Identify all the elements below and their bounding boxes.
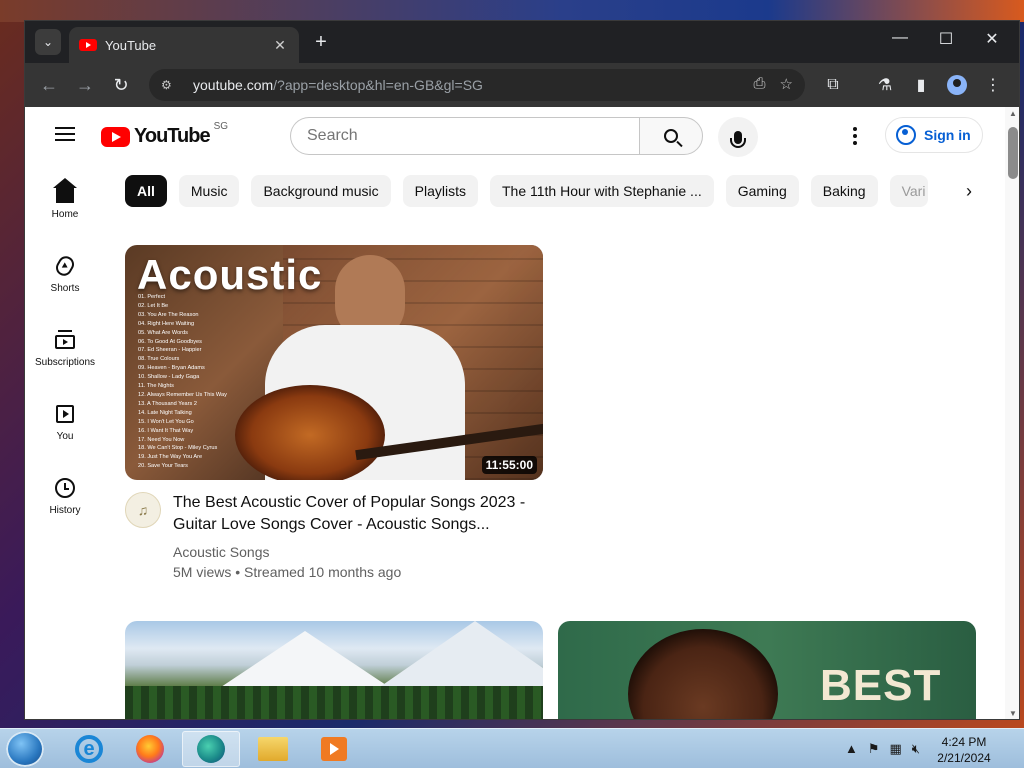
address-bar[interactable]: ⚙ youtube.com/?app=desktop&hl=en-GB&gl=S… (149, 69, 805, 101)
chevron-down-icon: ⌄ (42, 35, 54, 49)
volume-muted-icon[interactable]: 🔇︎ (912, 741, 920, 757)
video-title[interactable]: The Best Acoustic Cover of Popular Songs… (173, 492, 543, 536)
back-arrow-icon[interactable]: ← (37, 73, 61, 97)
maximize-button[interactable]: ☐ (923, 29, 969, 49)
bookmark-star-icon[interactable]: ☆ (780, 75, 793, 93)
folder-icon (258, 737, 288, 761)
youtube-favicon-icon (79, 39, 97, 51)
extensions-icon[interactable]: ⧉ (821, 73, 845, 97)
tab-close-icon[interactable]: ✕ (271, 37, 289, 54)
youtube-page: YouTube SG Search Sign in All Music Back… (25, 107, 1019, 719)
side-panel-icon[interactable]: ▮ (909, 73, 933, 97)
video-duration-badge: 11:55:00 (481, 456, 537, 474)
url-text: youtube.com/?app=desktop&hl=en-GB&gl=SG (193, 77, 483, 93)
start-button[interactable] (6, 731, 44, 767)
country-code: SG (213, 121, 229, 132)
taskbar-internet-explorer[interactable]: e (60, 731, 118, 767)
chip-music[interactable]: Music (178, 175, 240, 207)
video-thumbnail-best[interactable]: BEST (558, 621, 976, 719)
browser-toolbar: ← → ↻ ⚙ youtube.com/?app=desktop&hl=en-G… (25, 63, 1019, 107)
scroll-up-arrow-icon[interactable]: ▲ (1007, 109, 1019, 119)
microphone-icon (730, 130, 746, 148)
settings-kebab-icon[interactable] (853, 127, 857, 148)
history-icon (55, 477, 75, 498)
system-tray: ▲ ⚑ ▦ 🔇︎ (845, 741, 920, 757)
desktop-top-strip (0, 0, 1024, 22)
filter-chips: All Music Background music Playlists The… (125, 175, 928, 207)
thumbnail-tracklist: 01. Perfect 02. Let It Be 03. You Are Th… (138, 294, 227, 470)
close-window-button[interactable]: ✕ (969, 29, 1015, 49)
network-icon[interactable]: ▦ (890, 741, 902, 757)
sidebar-item-subscriptions[interactable]: Subscriptions (25, 311, 105, 385)
install-app-icon[interactable]: ⎙ (754, 75, 766, 93)
taskbar-edge[interactable] (182, 731, 240, 767)
youtube-logo[interactable]: YouTube SG (101, 121, 228, 148)
sidebar-item-home[interactable]: Home (25, 163, 105, 237)
chip-partial[interactable]: Vari (889, 175, 928, 207)
labs-flask-icon[interactable]: ⚗ (873, 73, 897, 97)
chip-all[interactable]: All (125, 175, 167, 207)
thumbnail-title-art: Acoustic (137, 251, 323, 298)
tab-search-button[interactable]: ⌄ (35, 29, 61, 55)
hamburger-menu-icon[interactable] (55, 127, 75, 141)
chevron-right-icon[interactable]: › (957, 179, 981, 203)
search-button[interactable] (639, 117, 703, 155)
video-thumbnail[interactable]: Acoustic 01. Perfect 02. Let It Be 03. Y… (125, 245, 543, 480)
tab-title: YouTube (105, 37, 157, 53)
thumbnail-best-text: BEST (820, 661, 942, 710)
channel-avatar[interactable]: ♫ (125, 492, 161, 528)
forward-arrow-icon[interactable]: → (73, 73, 97, 97)
sidebar-item-history[interactable]: History (25, 459, 105, 533)
profile-icon[interactable] (945, 73, 969, 97)
subscriptions-icon (55, 329, 75, 349)
search-icon (664, 129, 678, 143)
sign-in-button[interactable]: Sign in (885, 117, 983, 153)
chip-baking[interactable]: Baking (810, 175, 878, 207)
voice-search-button[interactable] (718, 117, 758, 157)
chip-background-music[interactable]: Background music (251, 175, 391, 207)
video-meta: ♫ The Best Acoustic Cover of Popular Son… (125, 492, 543, 580)
clock[interactable]: 4:24 PM 2/21/2024 (924, 734, 1004, 766)
video-thumbnail-mountains[interactable] (125, 621, 543, 719)
video-stats: 5M views • Streamed 10 months ago (173, 564, 402, 580)
search-input[interactable]: Search (290, 117, 640, 155)
browser-menu-icon[interactable]: ⋮ (981, 73, 1005, 97)
chip-gaming[interactable]: Gaming (725, 175, 799, 207)
edge-icon (197, 735, 225, 763)
scroll-down-arrow-icon[interactable]: ▼ (1007, 709, 1019, 719)
taskbar-explorer[interactable] (244, 731, 302, 767)
tab-youtube[interactable]: YouTube ✕ (69, 27, 299, 63)
channel-name[interactable]: Acoustic Songs (173, 544, 543, 560)
you-library-icon (56, 404, 74, 423)
tab-strip: ⌄ YouTube ✕ + — ☐ ✕ (25, 21, 1019, 63)
scrollbar-thumb[interactable] (1008, 127, 1018, 179)
media-player-icon (321, 737, 347, 761)
sidebar-item-you[interactable]: You (25, 385, 105, 459)
action-center-flag-icon[interactable]: ⚑ (868, 741, 880, 757)
internet-explorer-icon: e (75, 735, 103, 763)
sidebar-item-shorts[interactable]: Shorts (25, 237, 105, 311)
reload-icon[interactable]: ↻ (109, 73, 133, 97)
taskbar-firefox[interactable] (121, 731, 179, 767)
mini-sidebar: Home Shorts Subscriptions You History (25, 163, 105, 533)
firefox-icon (136, 735, 164, 763)
chip-11th-hour[interactable]: The 11th Hour with Stephanie ... (489, 175, 714, 207)
youtube-play-icon (101, 126, 130, 147)
site-settings-icon[interactable]: ⚙ (161, 78, 179, 92)
shorts-icon (53, 252, 77, 279)
home-icon (53, 177, 77, 203)
clock-time: 4:24 PM (941, 735, 987, 749)
page-scrollbar[interactable]: ▲ ▼ (1005, 107, 1019, 719)
windows-taskbar: e ▲ ⚑ ▦ 🔇︎ 4:24 PM 2/21/2024 (0, 728, 1024, 768)
youtube-header: YouTube SG Search Sign in (25, 107, 1019, 163)
video-card[interactable]: Acoustic 01. Perfect 02. Let It Be 03. Y… (125, 245, 543, 580)
browser-window: ⌄ YouTube ✕ + — ☐ ✕ ← → ↻ ⚙ youtube.com/… (24, 20, 1020, 720)
clock-date: 2/21/2024 (937, 751, 991, 765)
minimize-button[interactable]: — (877, 29, 923, 47)
show-hidden-icons-icon[interactable]: ▲ (845, 741, 858, 757)
taskbar-media-player[interactable] (305, 731, 363, 767)
chip-playlists[interactable]: Playlists (402, 175, 478, 207)
account-circle-icon (896, 125, 916, 145)
new-tab-button[interactable]: + (309, 31, 333, 54)
